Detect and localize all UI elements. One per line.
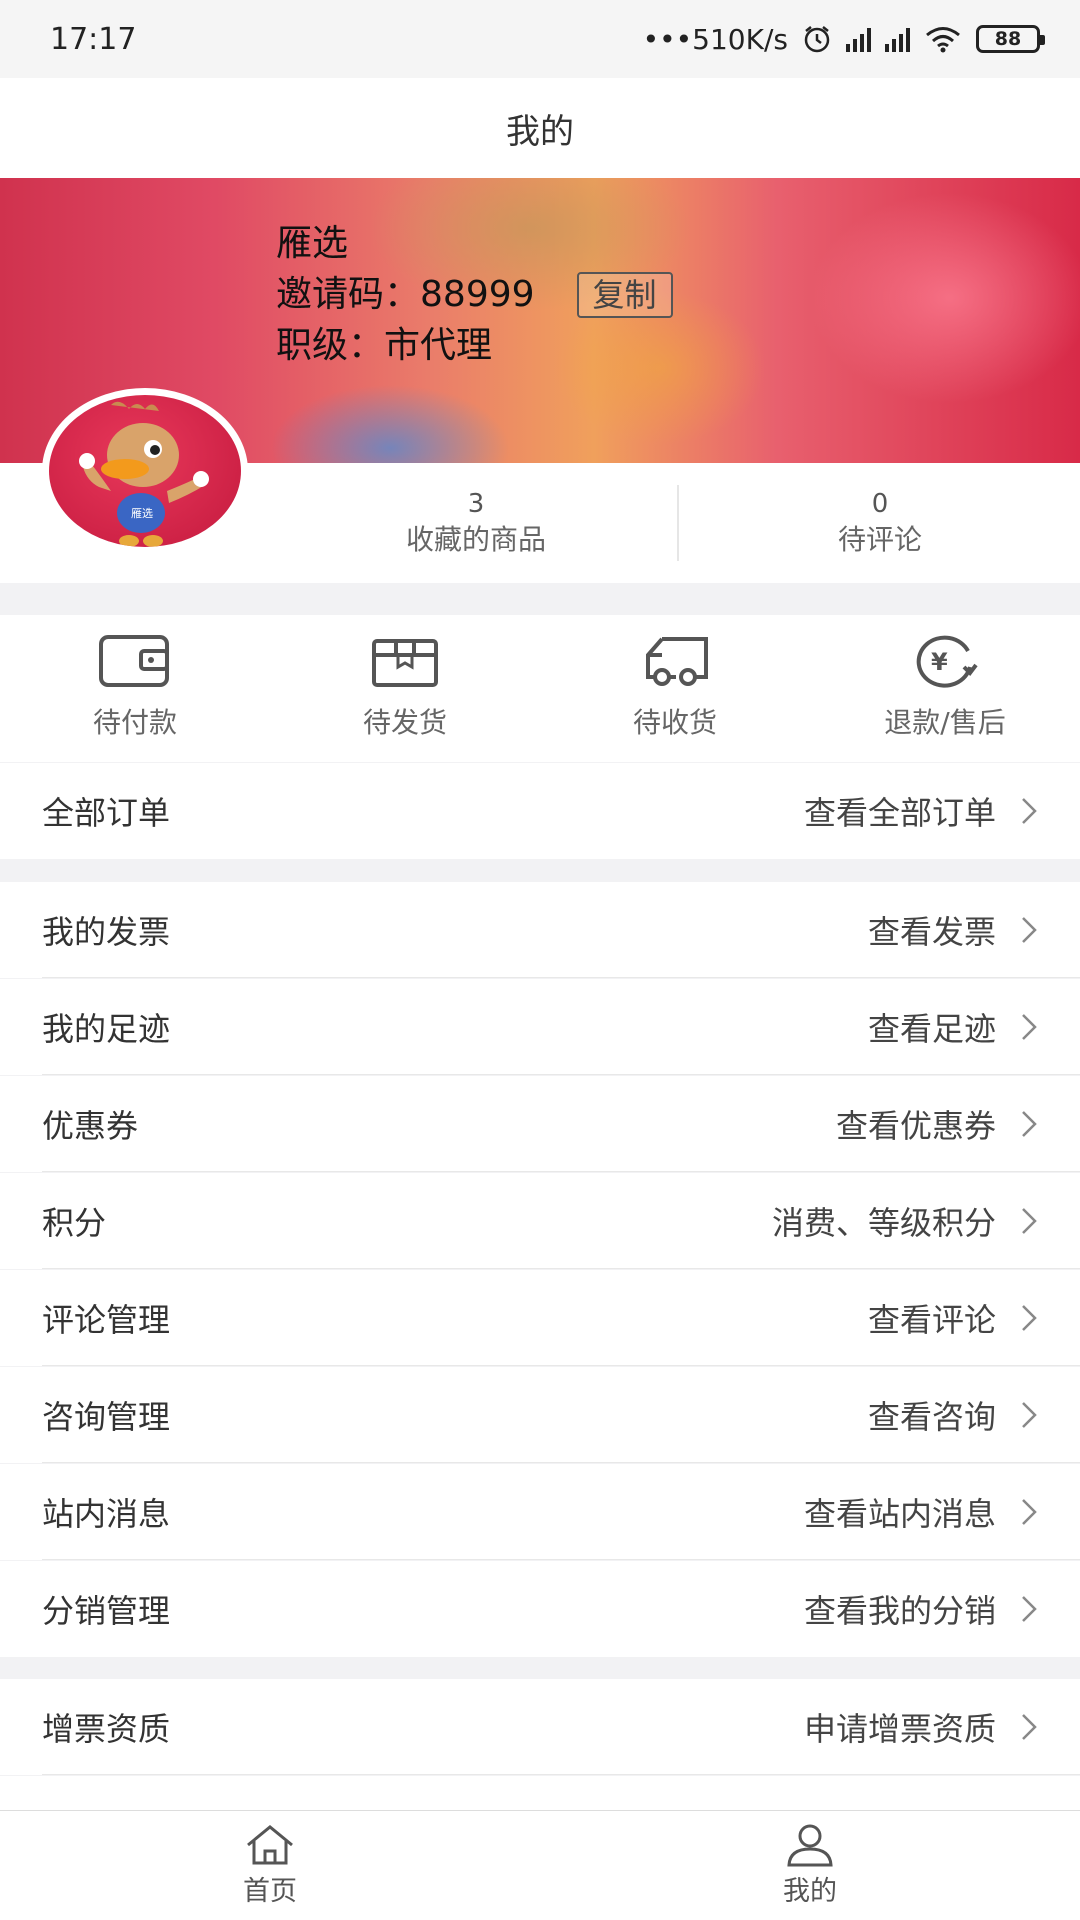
menu-item-reviews[interactable]: 评论管理 查看评论 (0, 1270, 1080, 1366)
menu-item-footprint[interactable]: 我的足迹 查看足迹 (0, 979, 1080, 1075)
order-shortcuts: 待付款 待发货 待收货 ¥ 退款/售后 (0, 615, 1080, 762)
menu-item-action: 消费、等级积分 (771, 1204, 996, 1242)
home-icon (247, 1825, 293, 1865)
truck-icon (646, 637, 708, 686)
chevron-right-icon (1022, 1402, 1037, 1428)
svg-text:雁选: 雁选 (131, 507, 153, 520)
signal-2-icon (885, 26, 910, 52)
stat-favorites-count: 3 (467, 489, 485, 519)
order-pending-shipment[interactable]: 待发货 (305, 633, 505, 741)
all-orders-action: 查看全部订单 (803, 794, 996, 832)
status-time: 17:17 (50, 21, 137, 57)
duck-mascot-avatar: 雁选 (49, 395, 241, 547)
battery-indicator: 88 (976, 25, 1045, 53)
divider (42, 1462, 1080, 1463)
level-label: 职级： (276, 325, 385, 366)
invite-label: 邀请码： (276, 274, 421, 315)
stat-favorites[interactable]: 3 收藏的商品 (376, 487, 576, 559)
invoice-qualification-row[interactable]: 增票资质 申请增票资质 (0, 1679, 1080, 1775)
chevron-right-icon (1022, 1014, 1037, 1040)
signal-icon (846, 26, 871, 52)
divider (42, 1171, 1080, 1172)
tab-home[interactable]: 首页 (210, 1823, 330, 1908)
divider (42, 1268, 1080, 1269)
menu-item-label: 积分 (42, 1204, 107, 1242)
network-speed: •••510K/s (642, 22, 788, 56)
order-pending-payment-label: 待付款 (92, 706, 177, 739)
stat-favorites-label: 收藏的商品 (405, 523, 546, 556)
menu-item-action: 查看发票 (867, 913, 996, 951)
chevron-right-icon (1022, 1208, 1037, 1234)
copy-button[interactable]: 复制 (576, 271, 673, 318)
invoice-qualification-label: 增票资质 (42, 1710, 171, 1748)
stat-pending-review-label: 待评论 (837, 523, 922, 556)
tab-home-label: 首页 (243, 1876, 297, 1907)
menu-item-action: 查看优惠券 (835, 1107, 996, 1145)
chevron-right-icon (1022, 1305, 1037, 1331)
order-pending-receipt[interactable]: 待收货 (575, 633, 775, 741)
menu-item-inquiries[interactable]: 咨询管理 查看咨询 (0, 1367, 1080, 1463)
page-header: 我的 (0, 78, 1080, 178)
all-orders-row[interactable]: 全部订单 查看全部订单 (0, 763, 1080, 859)
wifi-icon (926, 27, 960, 53)
menu-item-action: 查看我的分销 (803, 1592, 996, 1630)
status-bar: 17:17 •••510K/s 88 (0, 0, 1080, 78)
menu-item-invoice[interactable]: 我的发票 查看发票 (0, 882, 1080, 978)
chevron-right-icon (1022, 1596, 1037, 1622)
refund-icon: ¥ (916, 635, 978, 688)
divider (42, 977, 1080, 978)
stats-divider (677, 485, 679, 561)
menu-item-action: 查看站内消息 (803, 1495, 996, 1533)
menu-item-label: 咨询管理 (42, 1398, 171, 1436)
menu-item-points[interactable]: 积分 消费、等级积分 (0, 1173, 1080, 1269)
menu-item-label: 我的足迹 (42, 1010, 171, 1048)
divider (42, 1559, 1080, 1560)
order-refund-aftersale-label: 退款/售后 (884, 706, 1006, 739)
invoice-qualification-action: 申请增票资质 (803, 1710, 996, 1748)
user-icon (787, 1824, 833, 1867)
chevron-right-icon (1022, 798, 1037, 824)
chevron-right-icon (1022, 1714, 1037, 1740)
tab-mine-label: 我的 (783, 1876, 837, 1907)
menu-item-coupons[interactable]: 优惠券 查看优惠券 (0, 1076, 1080, 1172)
order-pending-payment[interactable]: 待付款 (35, 633, 235, 741)
divider (42, 1074, 1080, 1075)
profile-name: 雁选 (276, 223, 349, 264)
menu-item-action: 查看足迹 (867, 1010, 996, 1048)
alarm-icon (804, 26, 830, 53)
menu-item-label: 优惠券 (42, 1107, 139, 1145)
bottom-tab-bar: 首页 我的 (0, 1810, 1080, 1920)
wallet-icon (99, 635, 169, 687)
chevron-right-icon (1022, 1499, 1037, 1525)
menu-item-label: 站内消息 (42, 1495, 171, 1533)
page-title: 我的 (506, 111, 574, 152)
status-icons: •••510K/s 88 (642, 22, 1045, 56)
menu-item-action: 查看评论 (867, 1301, 996, 1339)
stat-pending-review-count: 0 (871, 489, 889, 519)
menu-item-messages[interactable]: 站内消息 查看站内消息 (0, 1464, 1080, 1560)
level-value: 市代理 (384, 325, 493, 366)
stat-pending-review[interactable]: 0 待评论 (780, 487, 980, 559)
profile-info: 雁选 邀请码： 88999 复制 职级：市代理 (276, 218, 673, 371)
chevron-right-icon (1022, 917, 1037, 943)
menu-item-label: 评论管理 (42, 1301, 171, 1339)
order-pending-receipt-label: 待收货 (632, 706, 717, 739)
menu-item-label: 我的发票 (42, 913, 171, 951)
svg-text:¥: ¥ (931, 648, 948, 676)
avatar[interactable]: 雁选 (42, 388, 248, 554)
box-icon (372, 639, 438, 687)
divider (42, 1365, 1080, 1366)
chevron-right-icon (1022, 1111, 1037, 1137)
all-orders-label: 全部订单 (42, 794, 171, 832)
menu-item-distribution[interactable]: 分销管理 查看我的分销 (0, 1561, 1080, 1657)
divider (42, 1774, 1080, 1775)
menu-item-label: 分销管理 (42, 1592, 171, 1630)
order-refund-aftersale[interactable]: ¥ 退款/售后 (845, 633, 1045, 741)
tab-mine[interactable]: 我的 (750, 1823, 870, 1908)
invite-row: 邀请码： 88999 复制 (276, 269, 673, 320)
order-pending-shipment-label: 待发货 (362, 706, 447, 739)
invite-code: 88999 (420, 274, 535, 315)
menu-item-action: 查看咨询 (867, 1398, 996, 1436)
